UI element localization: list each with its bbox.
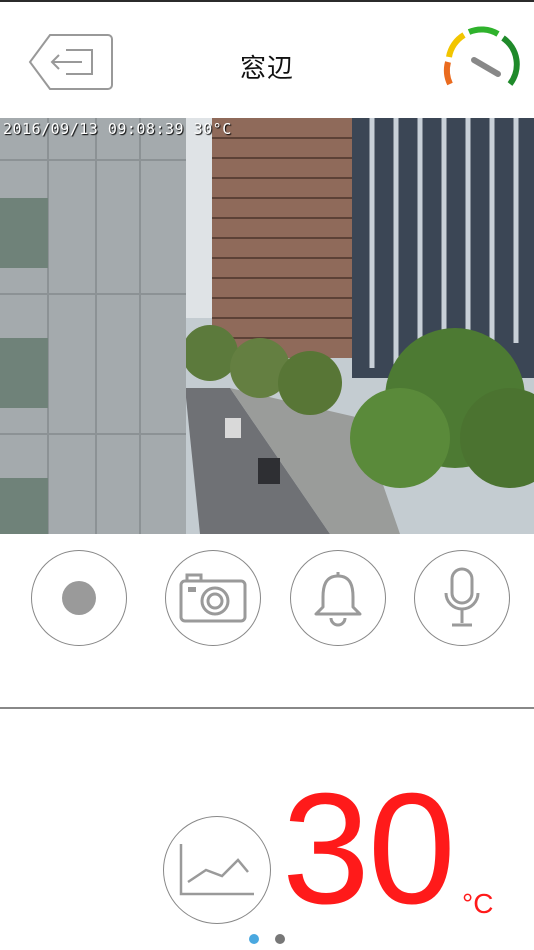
- temperature-graph-button[interactable]: [163, 816, 271, 924]
- page-indicator: [0, 934, 534, 944]
- record-button[interactable]: [31, 550, 127, 646]
- camera-live-view[interactable]: [0, 118, 534, 534]
- temperature-unit: °C: [462, 888, 494, 919]
- control-bar: [0, 534, 534, 706]
- speed-gauge-button[interactable]: [440, 24, 520, 96]
- temperature-value: 30: [282, 761, 456, 937]
- line-chart-icon: [179, 844, 254, 896]
- section-divider: [0, 707, 534, 709]
- bell-icon: [314, 572, 362, 627]
- header-bar: 窓辺: [0, 2, 534, 118]
- camera-timestamp-overlay: 2016/09/13 09:08:39 30°C: [3, 120, 232, 138]
- alarm-button[interactable]: [290, 550, 386, 646]
- record-icon: [62, 581, 96, 615]
- speedometer-icon: [443, 26, 520, 86]
- microphone-icon: [444, 567, 480, 627]
- microphone-button[interactable]: [414, 550, 510, 646]
- camera-icon: [179, 573, 247, 623]
- camera-feed-image: [0, 118, 534, 534]
- page-dot[interactable]: [275, 934, 285, 944]
- page-dot-active[interactable]: [249, 934, 259, 944]
- snapshot-button[interactable]: [165, 550, 261, 646]
